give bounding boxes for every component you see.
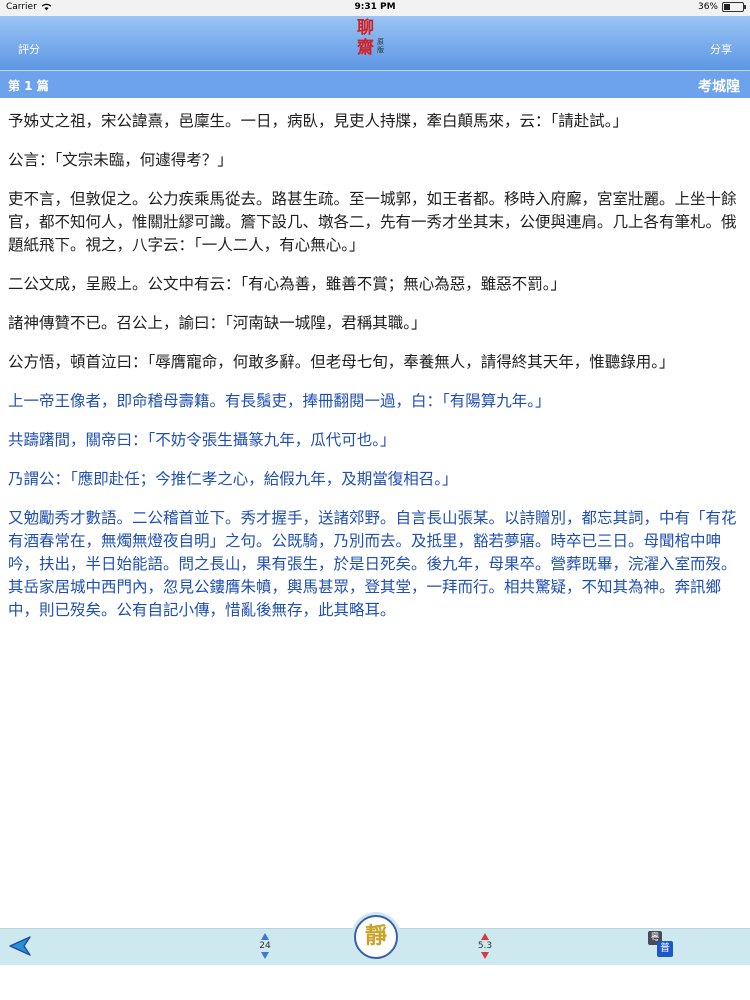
rate-button[interactable]: 評分 bbox=[18, 41, 40, 57]
nav-bar: 評分 聊 齋 原版 分享 bbox=[0, 16, 750, 70]
font-size-value: 24 bbox=[259, 941, 271, 951]
language-toggle-button[interactable]: 粵 普 bbox=[648, 931, 676, 961]
logo-char-2: 齋 bbox=[357, 38, 374, 58]
app-logo: 聊 齋 原版 bbox=[355, 18, 395, 66]
logo-char-1: 聊 bbox=[357, 18, 374, 38]
speed-stepper[interactable]: 5.3 bbox=[473, 930, 497, 964]
paragraph: 諸神傳贊不已。召公上，諭曰：「河南缺一城隍，君稱其職。」 bbox=[8, 314, 427, 332]
increase-icon[interactable] bbox=[481, 933, 489, 940]
paragraph: 二公文成，呈殿上。公文中有云：「有心為善，雖善不賞；無心為惡，雖惡不罰。」 bbox=[8, 275, 567, 293]
speed-value: 5.3 bbox=[477, 941, 493, 951]
bottom-toolbar: 24 靜 5.3 粵 普 bbox=[0, 915, 750, 965]
status-time: 9:31 PM bbox=[354, 2, 396, 12]
battery-icon bbox=[722, 2, 746, 12]
mandarin-icon: 普 bbox=[657, 941, 673, 957]
chapter-number: 第 1 篇 bbox=[8, 79, 49, 93]
story-content: 予姊丈之祖，宋公諱熹，邑廩生。一日，病臥，見吏人持牒，牽白顛馬來，云：「請赴試。… bbox=[8, 110, 742, 638]
paragraph: 共躊躇間，關帝曰：「不妨令張生攝篆九年，瓜代可也。」 bbox=[8, 431, 396, 449]
status-bar: Carrier 9:31 PM 36% bbox=[0, 0, 750, 16]
reading-mode-button[interactable]: 靜 bbox=[354, 915, 398, 959]
increase-icon[interactable] bbox=[261, 933, 269, 940]
paragraph: 又勉勵秀才數語。二公稽首並下。秀才握手，送諸郊野。自言長山張某。以詩贈別，都忘其… bbox=[8, 509, 737, 619]
paragraph: 上一帝王像者，即命稽母壽籍。有長鬚吏，捧冊翻閱一過，白：「有陽算九年。」 bbox=[8, 392, 551, 410]
decrease-icon[interactable] bbox=[481, 952, 489, 959]
paragraph: 予姊丈之祖，宋公諱熹，邑廩生。一日，病臥，見吏人持牒，牽白顛馬來，云：「請赴試。… bbox=[8, 112, 629, 130]
paragraph: 公言：「文宗未臨，何遽得考？」 bbox=[8, 151, 233, 169]
share-button[interactable]: 分享 bbox=[710, 41, 732, 57]
back-arrow-icon[interactable] bbox=[8, 934, 32, 958]
font-size-stepper[interactable]: 24 bbox=[253, 930, 277, 964]
status-right: 36% bbox=[697, 2, 746, 12]
logo-small-text: 原版 bbox=[377, 38, 384, 54]
decrease-icon[interactable] bbox=[261, 952, 269, 959]
mode-char: 靜 bbox=[364, 924, 387, 949]
battery-percent: 36% bbox=[697, 2, 718, 12]
paragraph: 乃謂公：「應即赴任；今推仁孝之心，給假九年，及期當復相召。」 bbox=[8, 470, 458, 488]
chapter-bar: 第 1 篇 考城隍 bbox=[0, 70, 750, 98]
paragraph: 公方悟，頓首泣曰：「辱膺寵命，何敢多辭。但老母七旬，奉養無人，請得終其天年，惟聽… bbox=[8, 353, 675, 371]
chapter-title: 考城隍 bbox=[698, 79, 740, 95]
paragraph: 吏不言，但敦促之。公力疾乘馬從去。路甚生疏。至一城郭，如王者都。移時入府廨，宮室… bbox=[8, 190, 737, 254]
